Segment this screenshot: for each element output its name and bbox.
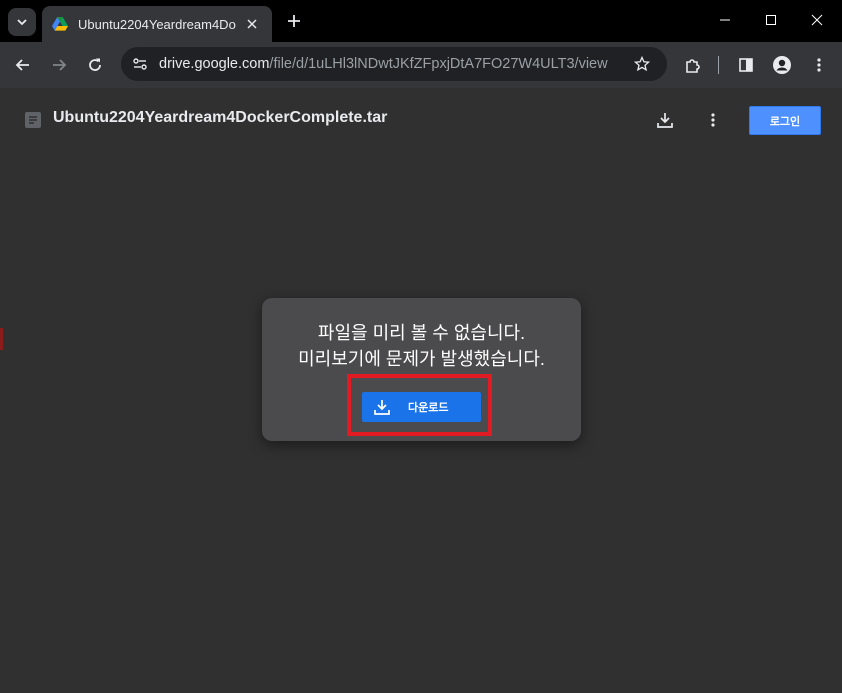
- extensions-button[interactable]: [678, 50, 708, 80]
- bookmark-button[interactable]: [627, 49, 657, 79]
- side-panel-button[interactable]: [731, 50, 761, 80]
- profile-icon: [773, 56, 791, 74]
- plus-icon: [288, 15, 300, 27]
- left-edge-marker: [0, 328, 3, 350]
- preview-error-title: 파일을 미리 볼 수 없습니다.: [317, 323, 526, 343]
- browser-menu-button[interactable]: [804, 50, 834, 80]
- profile-button[interactable]: [767, 50, 797, 80]
- arrow-right-icon: [53, 59, 67, 71]
- url-host: drive.google.com: [159, 56, 270, 72]
- forward-button[interactable]: [44, 50, 74, 80]
- minimize-button[interactable]: [702, 0, 748, 40]
- more-actions-button[interactable]: [699, 106, 727, 134]
- download-icon: [374, 400, 390, 415]
- file-name: Ubuntu2204Yeardream4DockerComplete.tar: [53, 109, 388, 126]
- minimize-icon: [720, 19, 730, 21]
- address-bar[interactable]: drive.google.com/file/d/1uLHl3lNDwtJKfZF…: [121, 47, 667, 81]
- window-close-button[interactable]: [794, 0, 840, 40]
- star-icon: [634, 56, 650, 72]
- google-drive-icon: [52, 17, 68, 31]
- viewer-header: Ubuntu2204Yeardream4DockerComplete.tar 로…: [0, 88, 842, 152]
- download-button-label: 다운로드: [408, 402, 449, 414]
- tab-search-button[interactable]: [8, 8, 36, 36]
- toolbar-divider: [718, 56, 719, 74]
- drive-viewer-page: Ubuntu2204Yeardream4DockerComplete.tar 로…: [0, 88, 842, 693]
- preview-error-message: 미리보기에 문제가 발생했습니다.: [298, 349, 545, 369]
- chevron-down-icon: [17, 19, 27, 26]
- vertical-dots-icon: [711, 113, 715, 127]
- url-path: /file/d/1uLHl3lNDwtJKfZFpxjDtA7FO27W4ULT…: [269, 56, 608, 72]
- browser-toolbar: drive.google.com/file/d/1uLHl3lNDwtJKfZF…: [0, 42, 842, 88]
- maximize-icon: [766, 15, 776, 25]
- url-text[interactable]: drive.google.com/file/d/1uLHl3lNDwtJKfZF…: [159, 56, 608, 72]
- tab-title: Ubuntu2204Yeardream4Docker: [78, 16, 236, 32]
- download-icon: [657, 113, 673, 128]
- file-icon: [25, 112, 41, 128]
- title-bar: Ubuntu2204Yeardream4Docker: [0, 0, 842, 42]
- login-button[interactable]: 로그인: [749, 106, 821, 135]
- site-info-icon[interactable]: [125, 49, 155, 79]
- preview-error-dialog: 파일을 미리 볼 수 없습니다. 미리보기에 문제가 발생했습니다. 다운로드: [262, 298, 581, 441]
- download-button[interactable]: 다운로드: [362, 392, 481, 422]
- close-icon[interactable]: [242, 14, 262, 34]
- maximize-button[interactable]: [748, 0, 794, 40]
- new-tab-button[interactable]: [281, 8, 307, 34]
- reload-button[interactable]: [80, 50, 110, 80]
- puzzle-icon: [686, 59, 700, 73]
- download-button-header[interactable]: [651, 106, 679, 134]
- back-button[interactable]: [8, 50, 38, 80]
- arrow-left-icon: [15, 59, 29, 71]
- close-icon: [811, 14, 823, 26]
- vertical-dots-icon: [817, 58, 821, 72]
- reload-icon: [89, 58, 101, 71]
- side-panel-icon: [739, 58, 753, 72]
- browser-tab[interactable]: Ubuntu2204Yeardream4Docker: [42, 6, 272, 42]
